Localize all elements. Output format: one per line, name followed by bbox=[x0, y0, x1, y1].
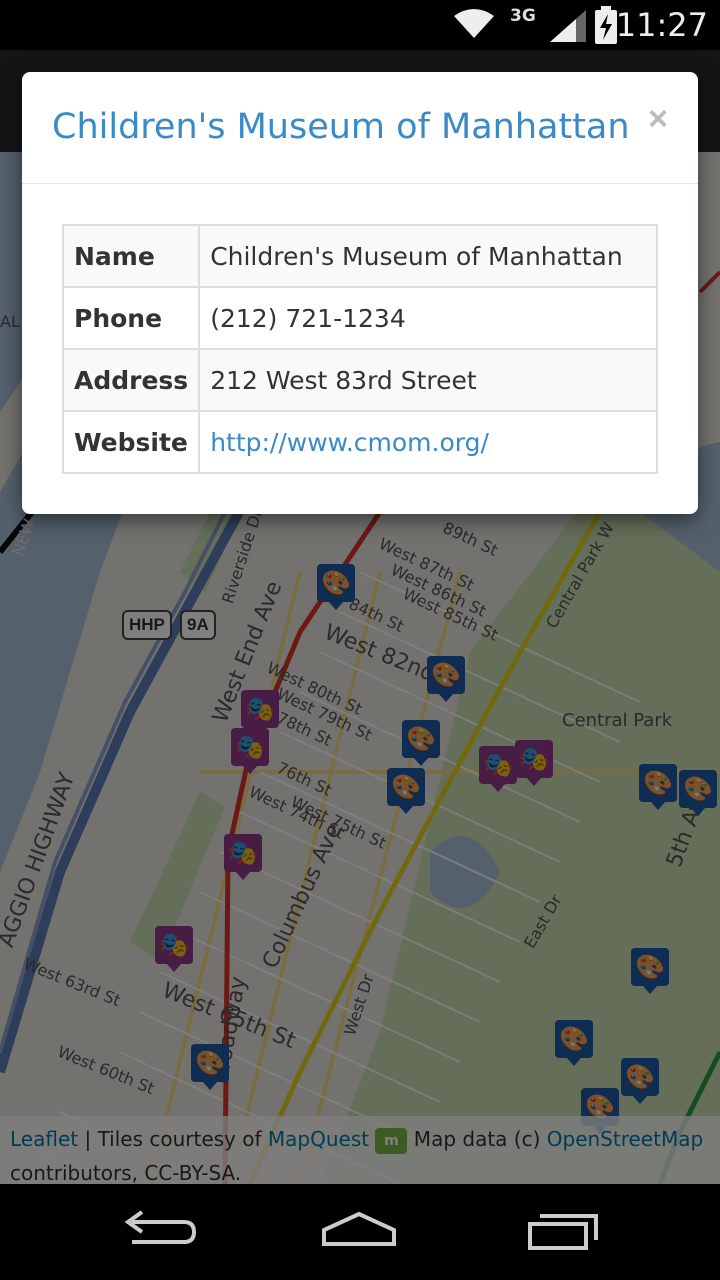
table-row: Address 212 West 83rd Street bbox=[61, 348, 658, 412]
home-icon[interactable] bbox=[314, 1204, 404, 1260]
modal-title: Children's Museum of Manhattan bbox=[52, 107, 630, 147]
table-row: Name Children's Museum of Manhattan bbox=[61, 224, 658, 288]
recent-apps-icon[interactable] bbox=[518, 1204, 608, 1260]
wifi-icon bbox=[454, 9, 494, 38]
phone-key: Phone bbox=[61, 286, 201, 350]
place-info-table: Name Children's Museum of Manhattan Phon… bbox=[61, 224, 658, 474]
modal-header: Children's Museum of Manhattan × bbox=[22, 72, 698, 184]
name-value: Children's Museum of Manhattan bbox=[198, 224, 658, 288]
status-bar: 3G 11:27 bbox=[0, 0, 720, 50]
website-key: Website bbox=[61, 410, 201, 474]
screen: 3G 11:27 Children's Museum of Manhattan … bbox=[0, 0, 720, 1280]
navigation-bar bbox=[0, 1184, 720, 1280]
battery-charging-icon bbox=[595, 6, 617, 44]
phone-value: (212) 721-1234 bbox=[198, 286, 658, 350]
network-type: 3G bbox=[510, 6, 536, 26]
website-link[interactable]: http://www.cmom.org/ bbox=[210, 428, 489, 457]
clock: 11:27 bbox=[615, 6, 708, 44]
signal-icon bbox=[550, 10, 586, 42]
address-key: Address bbox=[61, 348, 201, 412]
place-details-modal: Children's Museum of Manhattan × Name Ch… bbox=[22, 72, 698, 514]
name-key: Name bbox=[61, 224, 201, 288]
website-cell: http://www.cmom.org/ bbox=[198, 410, 658, 474]
table-row: Website http://www.cmom.org/ bbox=[61, 410, 658, 474]
close-button[interactable]: × bbox=[648, 100, 668, 139]
table-row: Phone (212) 721-1234 bbox=[61, 286, 658, 350]
back-icon[interactable] bbox=[114, 1204, 204, 1260]
address-value: 212 West 83rd Street bbox=[198, 348, 658, 412]
